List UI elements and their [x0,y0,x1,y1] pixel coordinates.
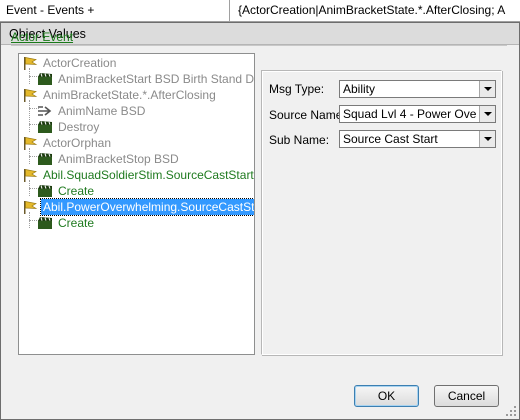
tree-item[interactable]: Abil.SquadSoldierStim.SourceCastStart [22,167,254,183]
tree-item-label: ActorCreation [43,56,117,70]
tree-item[interactable]: AnimName BSD [37,103,147,119]
event-flag-icon [24,137,38,150]
source-name-label: Source Name: [269,108,346,122]
section-divider [11,45,507,46]
sub-name-value: Source Cast Start [343,132,438,146]
sub-name-label: Sub Name: [269,133,330,147]
tree-item[interactable]: AnimBracketStart BSD Birth Stand Death [37,71,255,87]
tree-item-label: Destroy [58,120,100,134]
actor-event-link[interactable]: Actor Event [11,30,73,44]
tree-item-label: Abil.SquadSoldierStim.SourceCastStart [43,168,254,182]
dialog-title: Object Values [1,23,519,45]
tree-item-selected[interactable]: Abil.PowerOverwhelming.SourceCastStart [22,198,254,216]
clapperboard-icon [38,121,52,133]
cancel-button[interactable]: Cancel [434,385,499,407]
tree-item-label: AnimName BSD [58,104,146,118]
clapperboard-icon [38,217,52,229]
event-value-field: {ActorCreation|AnimBracketState.*.AfterC… [238,3,506,17]
ok-button[interactable]: OK [354,385,419,407]
sub-name-select[interactable]: Source Cast Start [339,130,496,148]
tree-item[interactable]: ActorCreation [22,55,118,71]
resize-grip-icon[interactable] [505,405,517,417]
event-tree[interactable]: ActorCreation AnimBracketStart BSD Birth… [18,53,255,355]
event-flag-icon [24,89,38,102]
tree-item-label: AnimBracketStart BSD Birth Stand Death [58,72,255,86]
tree-item[interactable]: Destroy [37,119,101,135]
tree-item[interactable]: AnimBracketStop BSD [37,151,181,167]
chevron-down-icon[interactable] [479,81,495,97]
chevron-down-icon[interactable] [479,131,495,147]
background-editor-strip: Event - Events + {ActorCreation|AnimBrac… [0,0,520,22]
tree-item-label: AnimBracketStop BSD [58,152,179,166]
source-name-select[interactable]: Squad Lvl 4 - Power Overwhelming [339,105,496,123]
tree-item-label: ActorOrphan [43,136,112,150]
tree-item[interactable]: ActorOrphan [22,135,113,151]
tree-item-label: Create [58,184,95,198]
clapperboard-icon [38,73,52,85]
tree-item[interactable]: AnimBracketState.*.AfterClosing [22,87,218,103]
msg-type-label: Msg Type: [269,82,325,96]
event-list-header: Event - Events + [0,0,230,21]
chevron-down-icon[interactable] [479,106,495,122]
source-name-value: Squad Lvl 4 - Power Overwhelming [343,107,477,121]
clapperboard-icon [38,153,52,165]
tree-connector [29,100,30,132]
msg-type-value: Ability [343,82,376,96]
event-flag-icon [24,169,38,182]
event-flag-icon [24,57,38,70]
clapperboard-icon [38,185,52,197]
event-flag-icon [24,201,38,214]
tree-item-label: Create [58,216,95,230]
msg-type-select[interactable]: Ability [339,80,496,98]
tree-item[interactable]: Create [37,215,96,231]
arrow-right-icon [38,106,52,116]
tree-item-label: AnimBracketState.*.AfterClosing [43,88,216,102]
tree-item[interactable]: Create [37,183,96,199]
tree-item-label: Abil.PowerOverwhelming.SourceCastStart [39,198,254,216]
